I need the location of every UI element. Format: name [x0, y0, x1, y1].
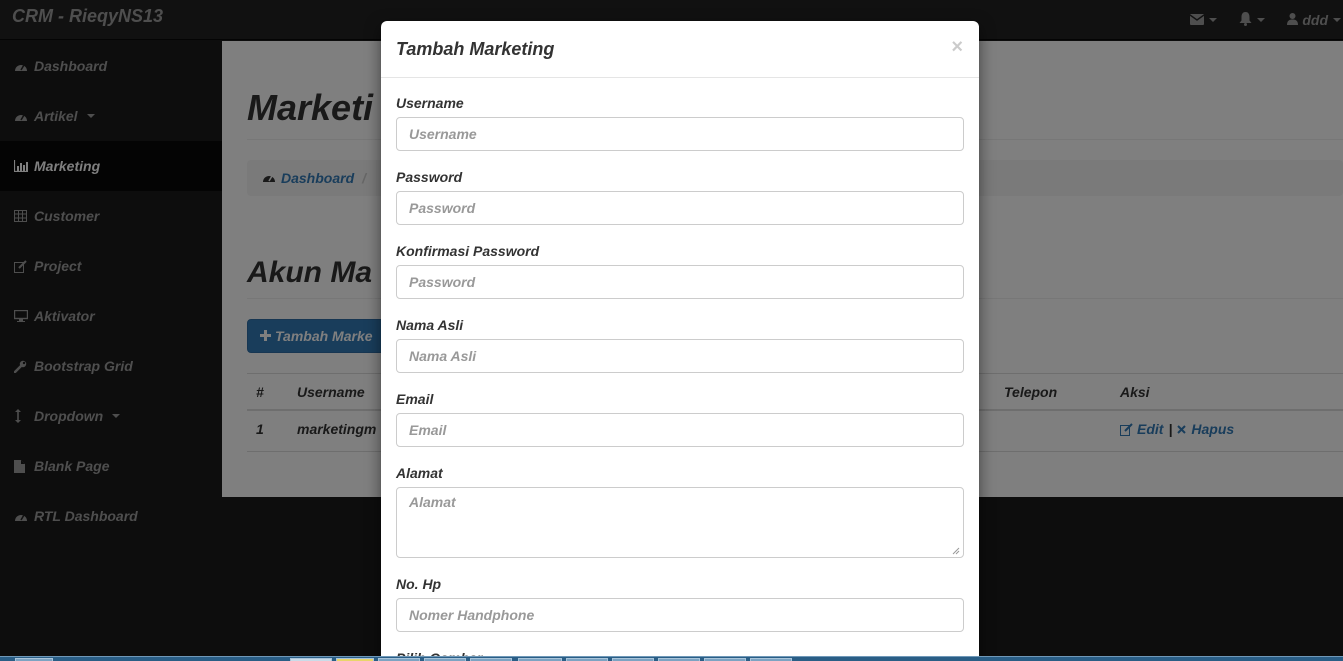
nama-asli-label: Nama Asli: [396, 317, 464, 333]
email-label: Email: [396, 391, 434, 407]
resize-handle-icon[interactable]: [950, 545, 960, 555]
username-label: Username: [396, 95, 464, 111]
confirm-password-input[interactable]: [396, 265, 964, 299]
alamat-textarea[interactable]: [396, 487, 964, 558]
username-input[interactable]: [396, 117, 964, 151]
email-input[interactable]: [396, 413, 964, 447]
add-marketing-modal: Tambah Marketing × Username Password Kon…: [381, 21, 979, 661]
close-button[interactable]: ×: [951, 37, 963, 57]
alamat-label: Alamat: [396, 465, 443, 481]
modal-header: Tambah Marketing ×: [381, 21, 979, 78]
os-taskbar: [0, 656, 1343, 661]
modal-title: Tambah Marketing: [396, 39, 555, 59]
confirm-password-label: Konfirmasi Password: [396, 243, 540, 259]
nama-asli-input[interactable]: [396, 339, 964, 373]
password-label: Password: [396, 169, 463, 185]
no-hp-label: No. Hp: [396, 576, 442, 592]
password-input[interactable]: [396, 191, 964, 225]
no-hp-input[interactable]: [396, 598, 964, 632]
